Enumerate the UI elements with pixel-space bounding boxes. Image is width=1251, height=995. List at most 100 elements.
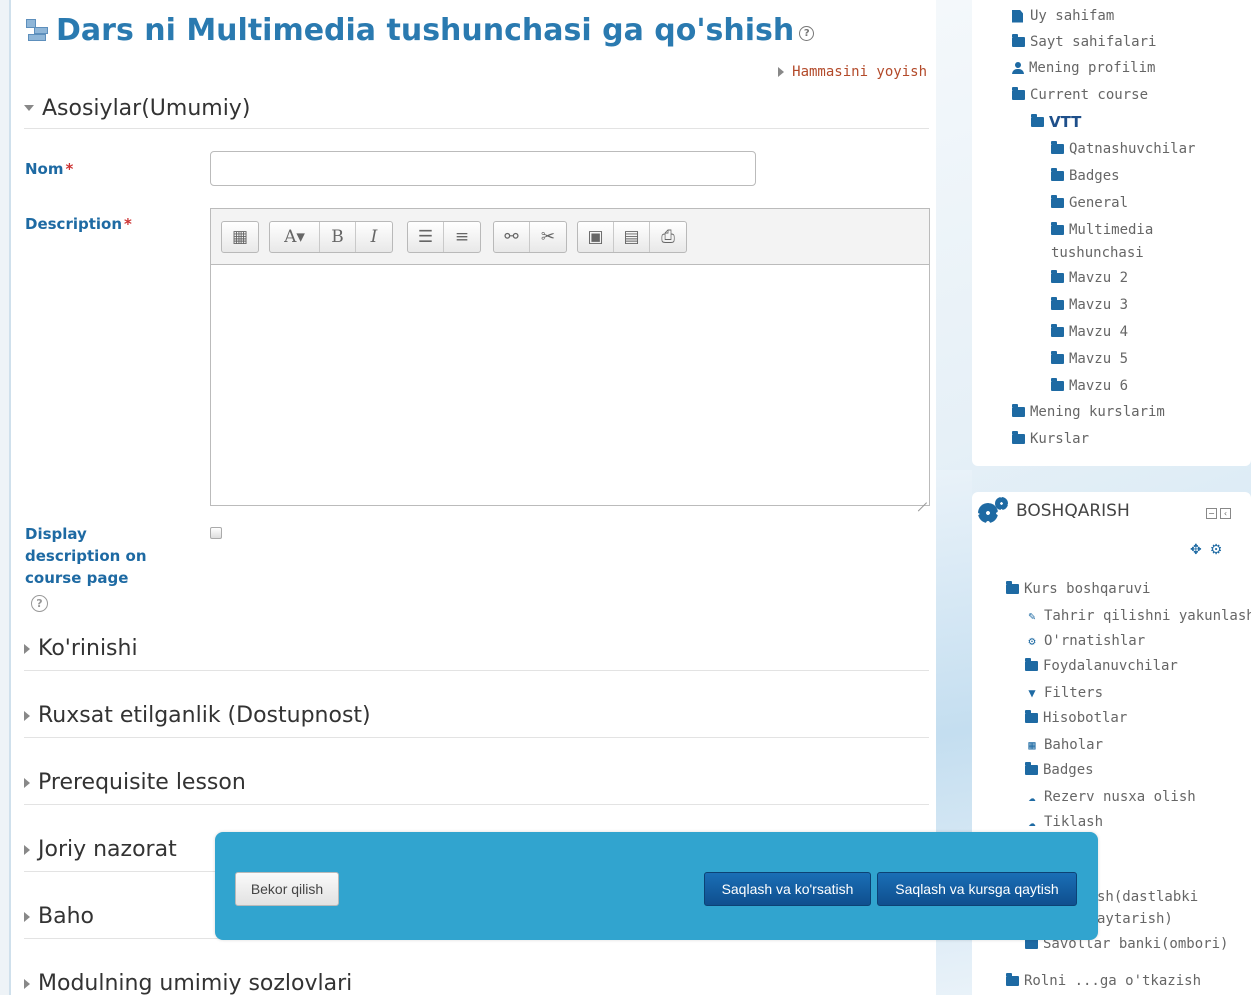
section-label: Ko'rinishi	[38, 636, 138, 661]
unlink-icon[interactable]: ✂	[530, 222, 566, 252]
admin-item[interactable]: ☁ Rezerv nusxa olish	[1025, 786, 1195, 808]
pencil-icon: ✎	[1028, 609, 1036, 623]
section-header[interactable]: Modulning umimiy sozlovlari	[24, 962, 929, 995]
admin-item[interactable]: ☁ Tiklash	[1025, 811, 1103, 833]
ordered-list-icon[interactable]: ≡	[444, 222, 480, 252]
name-input[interactable]	[210, 151, 756, 186]
nav-item[interactable]: General	[1051, 192, 1128, 214]
admin-item[interactable]: Kurs boshqaruvi	[1006, 578, 1150, 600]
nav-item[interactable]: Mavzu 2	[1051, 267, 1128, 289]
admin-item[interactable]: sh(dastlabki	[1097, 886, 1198, 908]
nav-item[interactable]: Uy sahifam	[1012, 5, 1114, 27]
triangle-right-icon	[24, 643, 30, 654]
section-header[interactable]: Ruxsat etilganlik (Dostupnost)	[24, 694, 929, 738]
section-header[interactable]: Ko'rinishi	[24, 627, 929, 671]
admin-item[interactable]: Badges	[1025, 759, 1094, 781]
nav-item[interactable]: Multimedia	[1051, 219, 1153, 241]
admin-item[interactable]: Foydalanuvchilar	[1025, 655, 1178, 677]
cloud-icon: ☁	[1028, 815, 1036, 829]
nav-item-label: Mavzu 3	[1069, 297, 1129, 313]
admin-item[interactable]: ▦ Baholar	[1025, 734, 1103, 756]
bold-icon[interactable]: B	[320, 222, 356, 252]
nav-item-label: Multimedia	[1069, 222, 1154, 238]
admin-item[interactable]: ✎ Tahrir qilishni yakunlash	[1025, 605, 1251, 627]
admin-item-label: Filters	[1044, 685, 1104, 701]
nav-item[interactable]: Mening kurslarim	[1012, 401, 1165, 423]
folder-icon	[1012, 431, 1025, 444]
nav-item-label: Sayt sahifalari	[1030, 34, 1157, 50]
folder-open-icon	[1012, 87, 1025, 100]
admin-item[interactable]: ⚙ O'rnatishlar	[1025, 630, 1145, 652]
folder-icon	[1051, 195, 1064, 208]
administration-header: BOSHQARISH	[978, 497, 1130, 525]
section-general-header[interactable]: Asosiylar(Umumiy)	[24, 88, 929, 129]
settings-gear-icon[interactable]: ⚙	[1210, 542, 1223, 558]
manage-files-icon[interactable]: ⎙	[650, 222, 686, 252]
admin-item[interactable]: ▼ Filters	[1025, 682, 1103, 704]
folder-icon	[1051, 324, 1064, 337]
italic-icon[interactable]: I	[356, 222, 392, 252]
nav-item[interactable]: Mavzu 4	[1051, 321, 1128, 343]
name-label-text: Nom	[25, 160, 64, 178]
resize-handle-icon[interactable]	[915, 491, 927, 503]
nav-item[interactable]: VTT	[1031, 111, 1081, 133]
dock-block-icon[interactable]: ‹	[1220, 508, 1231, 519]
help-icon[interactable]: ?	[31, 595, 48, 612]
toolbar-toggle-icon[interactable]: ▦	[222, 222, 258, 252]
media-icon[interactable]: ▤	[614, 222, 650, 252]
gears-icon	[978, 497, 1010, 525]
admin-item[interactable]: aytarish)	[1097, 908, 1173, 930]
nav-item[interactable]: Sayt sahifalari	[1012, 31, 1156, 53]
triangle-right-icon	[778, 67, 785, 77]
expand-all-link[interactable]: Hammasini yoyish	[778, 64, 927, 80]
save-and-return-button[interactable]: Saqlash va kursga qaytish	[877, 872, 1077, 906]
cancel-button[interactable]: Bekor qilish	[235, 872, 339, 906]
folder-icon	[1051, 297, 1064, 310]
page-title-text: Dars ni Multimedia tushunchasi ga qo'shi…	[56, 12, 795, 48]
image-icon[interactable]: ▣	[578, 222, 614, 252]
folder-icon	[1051, 222, 1064, 235]
folder-icon	[1051, 270, 1064, 283]
folder-icon	[1051, 168, 1064, 181]
triangle-right-icon	[24, 844, 30, 855]
folder-icon	[1025, 658, 1038, 671]
section-header[interactable]: Prerequisite lesson	[24, 761, 929, 805]
save-and-display-button[interactable]: Saqlash va ko'rsatish	[704, 872, 871, 906]
nav-item[interactable]: Badges	[1051, 165, 1120, 187]
admin-item-label: aytarish)	[1097, 911, 1173, 927]
nav-item-label: tushunchasi	[1051, 245, 1144, 261]
nav-item[interactable]: Mening profilim	[1012, 57, 1155, 79]
nav-item[interactable]: Mavzu 3	[1051, 294, 1128, 316]
nav-item[interactable]: Current course	[1012, 84, 1148, 106]
unordered-list-icon[interactable]: ☰	[408, 222, 444, 252]
toolbar-group: ⚯ ✂	[493, 221, 567, 253]
nav-item-label: Kurslar	[1030, 431, 1090, 447]
description-textarea[interactable]	[211, 265, 929, 505]
cloud-icon: ☁	[1028, 790, 1036, 804]
gear-icon: ⚙	[1028, 634, 1036, 648]
required-icon: *	[65, 160, 74, 178]
nav-item-label: Qatnashuvchilar	[1069, 141, 1196, 157]
display-description-checkbox[interactable]	[210, 527, 222, 539]
folder-icon	[1025, 710, 1038, 723]
expand-all-label: Hammasini yoyish	[792, 64, 927, 80]
help-icon[interactable]: ?	[799, 25, 815, 41]
admin-item-label: Rolni ...ga o'tkazish	[1024, 973, 1202, 989]
admin-item-label: Hisobotlar	[1043, 710, 1128, 726]
nav-item[interactable]: Kurslar	[1012, 428, 1089, 450]
nav-item[interactable]: tushunchasi	[1051, 242, 1144, 264]
font-style-icon[interactable]: A▾	[270, 222, 320, 252]
admin-item-label: Foydalanuvchilar	[1043, 658, 1178, 674]
minimize-block-icon[interactable]: −	[1206, 508, 1217, 519]
admin-item[interactable]: Hisobotlar	[1025, 707, 1127, 729]
admin-item[interactable]: Rolni ...ga o'tkazish	[1006, 970, 1201, 992]
triangle-down-icon	[24, 105, 34, 111]
doc-icon	[1012, 9, 1023, 23]
nav-item[interactable]: Qatnashuvchilar	[1051, 138, 1195, 160]
link-icon[interactable]: ⚯	[494, 222, 530, 252]
move-icon[interactable]: ✥	[1190, 542, 1202, 558]
nav-item-label: VTT	[1049, 113, 1082, 131]
nav-item[interactable]: Mavzu 5	[1051, 348, 1128, 370]
section-label: Joriy nazorat	[38, 837, 177, 862]
nav-item[interactable]: Mavzu 6	[1051, 375, 1128, 397]
